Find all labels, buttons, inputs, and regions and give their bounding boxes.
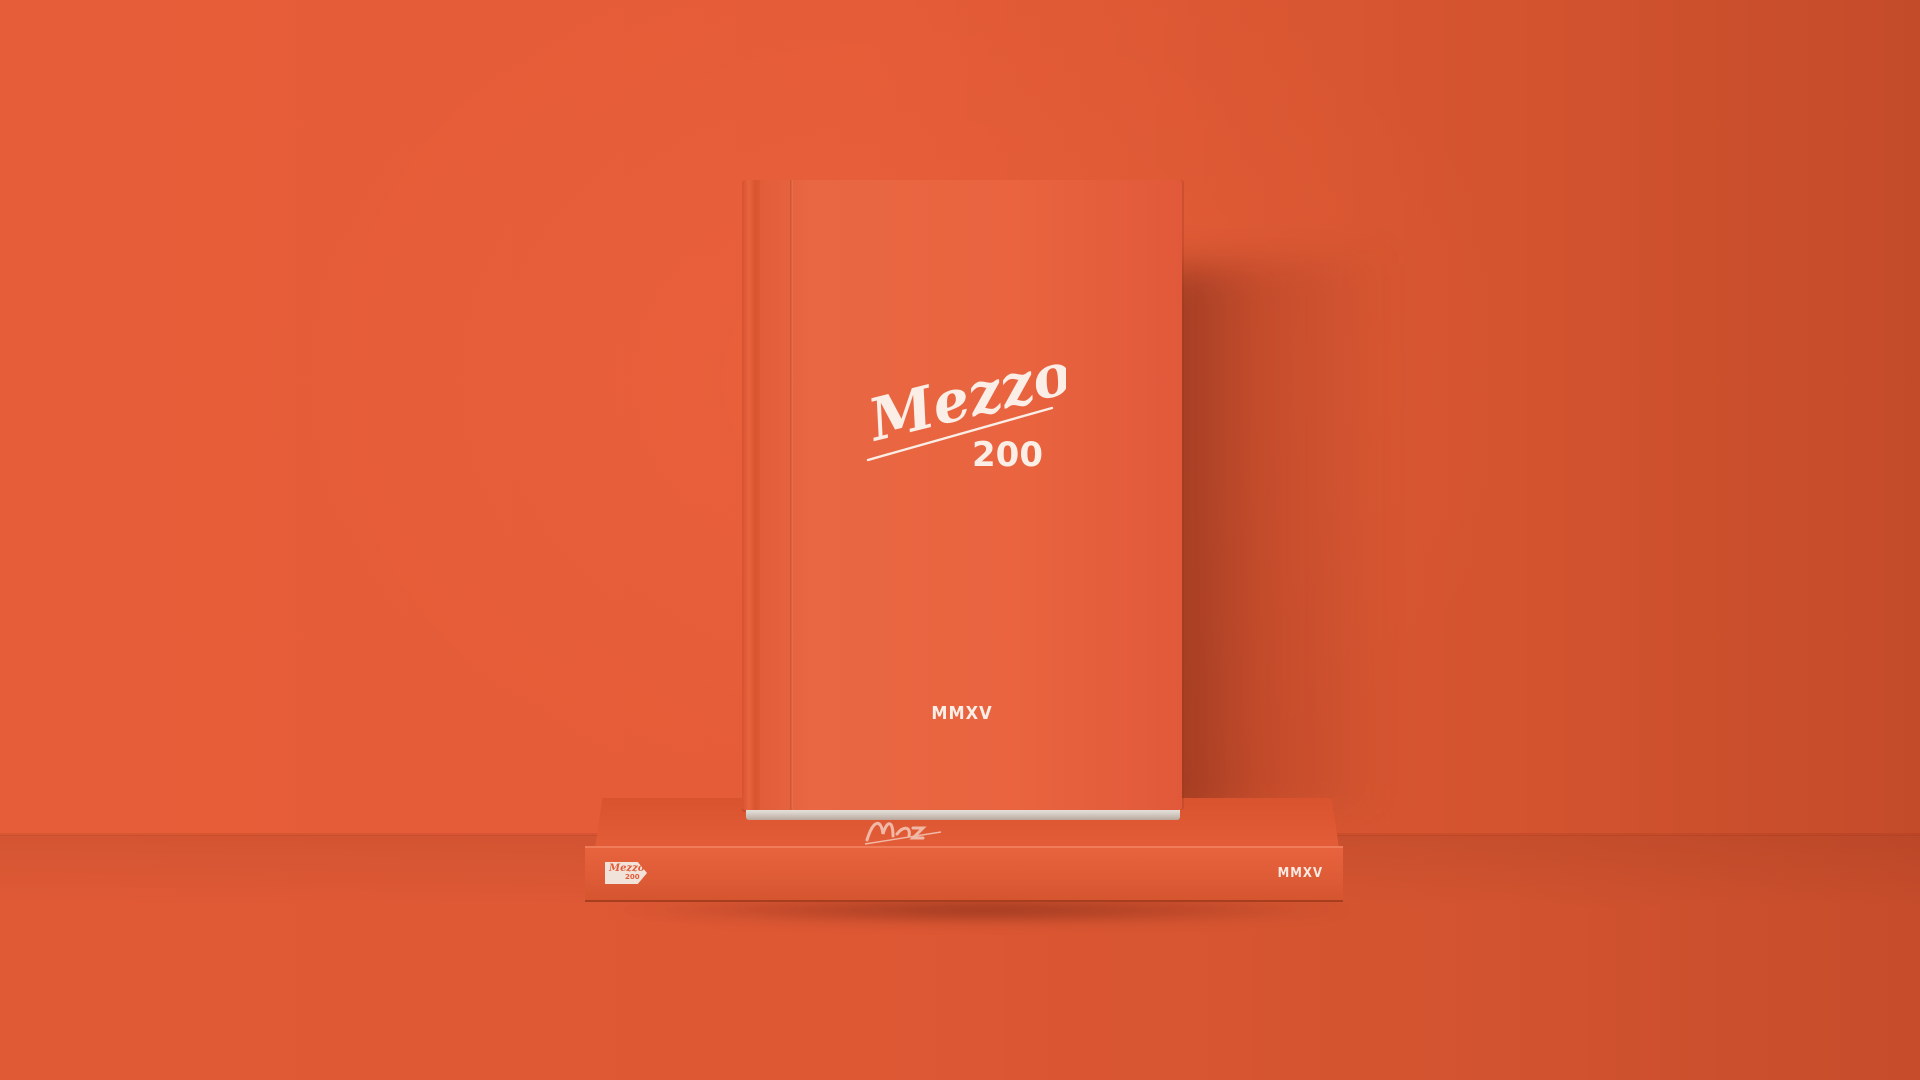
mezzo-200-logo: Mezzo 200 — [866, 348, 1066, 468]
standing-book: Mezzo 200 MMXV — [742, 180, 1182, 820]
cover-year: MMXV — [931, 703, 993, 724]
spine-logo-number: 200 — [625, 873, 640, 881]
logo-number: 200 — [972, 435, 1043, 468]
book-shadow — [1150, 251, 1400, 829]
scene: Mezzo 200 MMXV Mezzo 200 MMXV — [0, 0, 1920, 1080]
spine-year: MMXV — [1277, 866, 1323, 881]
lying-book-spine: Mezzo 200 MMXV — [585, 846, 1343, 902]
